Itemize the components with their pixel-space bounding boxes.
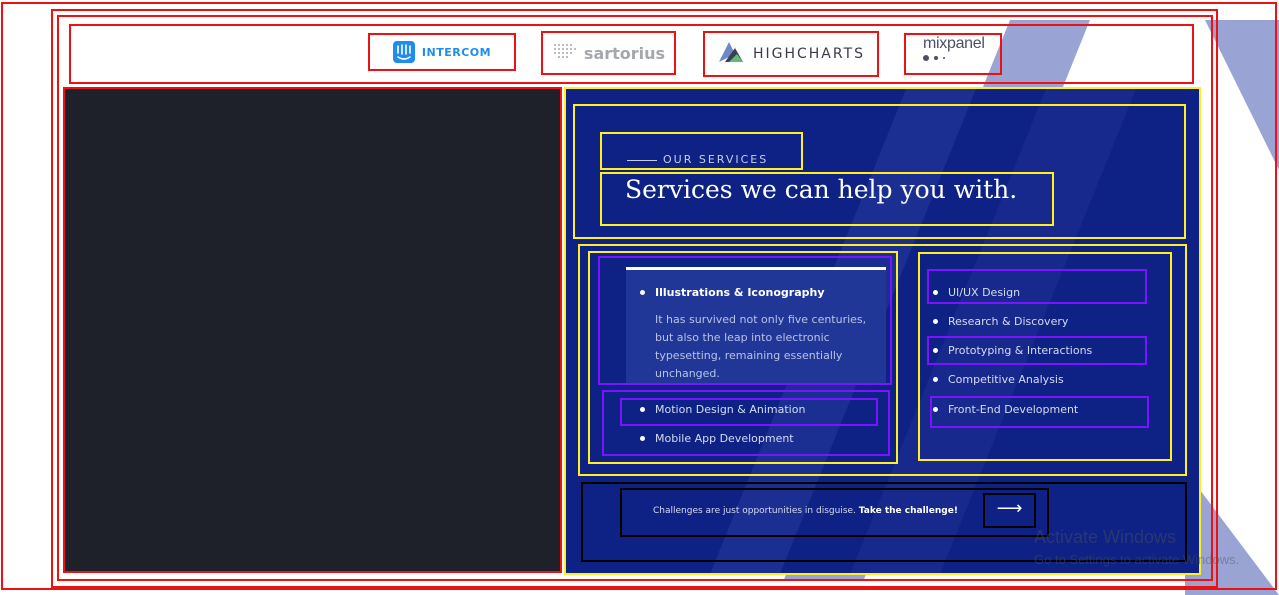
intercom-icon xyxy=(392,41,415,63)
service-illustrations[interactable]: Illustrations & Iconography xyxy=(640,284,870,300)
section-eyebrow: OUR SERVICES xyxy=(600,132,803,170)
mixpanel-logo[interactable]: mixpanel xyxy=(904,33,1002,75)
cta-text: Challenges are just opportunities in dis… xyxy=(653,506,973,520)
sartorius-icon xyxy=(552,42,578,64)
service-prototyping[interactable]: Prototyping & Interactions xyxy=(933,342,1138,358)
media-panel xyxy=(63,87,562,573)
service-label: Front-End Development xyxy=(948,402,1079,416)
intercom-label: INTERCOM xyxy=(421,45,492,59)
service-uiux[interactable]: UI/UX Design xyxy=(933,284,1138,300)
sartorius-logo[interactable]: sartorius xyxy=(541,31,676,75)
cta-message: Challenges are just opportunities in dis… xyxy=(653,506,856,516)
arrow-right-icon: ⟶ xyxy=(996,498,1023,519)
bullet-icon xyxy=(640,289,645,295)
highcharts-icon xyxy=(717,40,745,68)
eyebrow-line xyxy=(627,159,657,161)
service-frontend[interactable]: Front-End Development xyxy=(933,401,1138,417)
service-competitive[interactable]: Competitive Analysis xyxy=(933,371,1138,387)
bullet-icon xyxy=(933,406,938,412)
service-motion-design[interactable]: Motion Design & Animation xyxy=(640,401,870,417)
service-mobile-app[interactable]: Mobile App Development xyxy=(640,430,870,446)
bullet-icon xyxy=(640,406,645,412)
section-title-text: Services we can help you with. xyxy=(625,175,1018,204)
highcharts-label: HIGHCHARTS xyxy=(752,46,866,62)
cta-link[interactable]: Take the challenge! xyxy=(859,506,958,516)
service-label: Illustrations & Iconography xyxy=(655,285,825,299)
mixpanel-dots-icon xyxy=(923,55,945,61)
service-label: Competitive Analysis xyxy=(948,372,1064,386)
mixpanel-label: mixpanel xyxy=(923,35,985,52)
bullet-icon xyxy=(933,289,938,295)
service-label: Research & Discovery xyxy=(948,314,1069,328)
service-label: Mobile App Development xyxy=(655,431,794,445)
service-research[interactable]: Research & Discovery xyxy=(933,313,1138,329)
eyebrow-label: OUR SERVICES xyxy=(663,153,769,166)
featured-service-description: It has survived not only five centuries,… xyxy=(655,313,867,380)
intercom-logo[interactable]: INTERCOM xyxy=(368,33,516,71)
cta-arrow-button[interactable]: ⟶ xyxy=(983,493,1036,528)
service-label: Motion Design & Animation xyxy=(655,402,806,416)
activation-watermark-title: Activate Windows xyxy=(1034,527,1177,547)
service-label: Prototyping & Interactions xyxy=(948,343,1093,357)
highcharts-logo[interactable]: HIGHCHARTS xyxy=(703,31,879,77)
section-title: Services we can help you with. xyxy=(600,172,1054,226)
bullet-icon xyxy=(933,318,938,324)
bullet-icon xyxy=(640,435,645,441)
service-label: UI/UX Design xyxy=(948,285,1021,299)
activation-watermark-subtitle: Go to Settings to activate Windows. xyxy=(1034,552,1240,567)
bullet-icon xyxy=(933,347,938,353)
bullet-icon xyxy=(933,376,938,382)
sartorius-label: sartorius xyxy=(583,43,666,63)
